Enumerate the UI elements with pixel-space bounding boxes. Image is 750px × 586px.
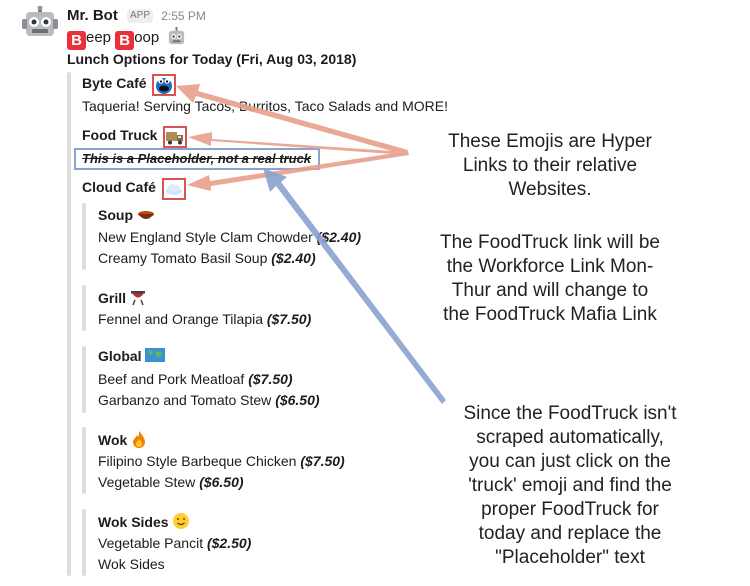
menu-item: Garbanzo and Tomato Stew ($6.50) [98,390,320,411]
annotation-line: the Workforce Link Mon- [446,256,654,277]
menu-item: New England Style Clam Chowder ($2.40) [98,227,361,248]
fire-icon [133,431,146,448]
wok-sides-heading: Wok Sides [98,512,190,530]
annotation-line: Websites. [508,179,592,200]
annotation-middle: The FoodTruck link will be the Workforce… [400,231,700,327]
food-truck-name: Food Truck [82,127,158,143]
wok-title: Wok [98,432,128,448]
wok-sides-bar [82,509,86,576]
annotation-line: scraped automatically, [476,427,664,448]
menu-item: Vegetable Pancit ($2.50) [98,533,251,554]
soup-bowl-icon [137,211,154,219]
world-map-icon [145,348,166,362]
global-heading: Global [98,348,166,364]
cookie-monster-icon[interactable] [154,76,174,94]
soup-title: Soup [98,207,133,223]
cloud-icon[interactable] [164,180,184,198]
annotation-line: Thur and will change to [451,280,649,301]
attachment-bar [67,72,71,576]
food-truck-placeholder: This is a Placeholder, not a real truck [82,151,312,166]
menu-item-name: Beef and Pork Meatloaf [98,371,245,387]
annotation-line: The FoodTruck link will be [440,232,660,253]
greeting-text-1: eep [86,29,116,46]
byte-cafe-name: Byte Café [82,75,147,91]
menu-item: Vegetable Stew ($6.50) [98,472,244,493]
annotation-line: proper FoodTruck for [481,499,659,520]
menu-item-name: New England Style Clam Chowder [98,229,313,245]
annotation-line: Links to their relative [462,155,638,176]
menu-item-price: ($7.50) [248,371,293,387]
app-badge: APP [127,9,154,23]
b-button-icon: B [115,31,135,50]
menu-item: Wok Sides [98,554,165,575]
menu-item-name: Wok Sides [98,556,165,572]
menu-item-name: Garbanzo and Tomato Stew [98,392,272,408]
b-button-icon: B [67,31,86,50]
menu-item: Fennel and Orange Tilapia ($7.50) [98,309,311,330]
menu-item-price: ($7.50) [300,453,345,469]
menu-item-price: ($7.50) [266,311,312,327]
menu-item-name: Vegetable Pancit [98,535,204,551]
global-title: Global [98,348,142,364]
wok-sides-title: Wok Sides [98,514,169,530]
annotation-top: These Emojis are Hyper Links to their re… [400,130,700,202]
menu-item-name: Creamy Tomato Basil Soup [98,250,268,266]
global-bar [82,346,86,413]
byte-cafe-heading: Byte Café [82,74,177,96]
lunch-title: Lunch Options for Today (Fri, Aug 03, 20… [67,51,357,67]
menu-item-name: Vegetable Stew [98,474,196,490]
message-header: Mr. Bot APP 2:55 PM [67,7,206,24]
greeting-line: Beep Boop [67,27,186,50]
robot-emoji-icon [169,27,185,45]
menu-item-price: ($2.40) [316,229,362,245]
byte-cafe-link[interactable] [152,74,177,96]
grill-title: Grill [98,290,127,306]
timestamp[interactable]: 2:55 PM [161,9,206,23]
menu-item-name: Fennel and Orange Tilapia [98,311,263,327]
annotation-line: "Placeholder" text [495,547,645,568]
truck-icon[interactable] [165,128,185,146]
food-truck-link[interactable] [163,126,188,148]
soup-heading: Soup [98,206,155,223]
annotation-line: you can just click on the [469,451,671,472]
food-truck-heading: Food Truck [82,126,188,148]
wok-heading: Wok [98,430,147,448]
smiley-icon [173,513,190,529]
menu-item-price: ($6.50) [199,474,244,490]
sender-name[interactable]: Mr. Bot [67,7,118,24]
annotation-bottom: Since the FoodTruck isn't scraped automa… [420,402,720,570]
annotation-line: the FoodTruck Mafia Link [443,304,657,325]
annotation-line: today and replace the [478,523,662,544]
annotation-line: These Emojis are Hyper [448,131,652,152]
cloud-cafe-heading: Cloud Café [82,178,186,200]
annotation-line: 'truck' emoji and find the [468,475,672,496]
robot-avatar-icon[interactable] [22,6,58,42]
menu-item: Beef and Pork Meatloaf ($7.50) [98,369,293,390]
menu-item: Filipino Style Barbeque Chicken ($7.50) [98,451,345,472]
cloud-cafe-link[interactable] [161,178,186,200]
byte-cafe-description: Taqueria! Serving Tacos, Burritos, Taco … [82,98,448,114]
menu-item-price: ($2.50) [206,535,252,551]
grill-heading: Grill [98,288,146,306]
menu-item: Creamy Tomato Basil Soup ($2.40) [98,248,316,269]
menu-item-price: ($2.40) [271,250,316,266]
greeting-text-2: oop [134,29,160,46]
cloud-cafe-name: Cloud Café [82,179,156,195]
arrow-to-byte-cafe [176,84,408,155]
menu-item-name: Filipino Style Barbeque Chicken [98,453,297,469]
grill-icon [130,291,145,306]
menu-item-price: ($6.50) [275,392,320,408]
grill-bar [82,285,86,331]
wok-bar [82,427,86,494]
annotation-line: Since the FoodTruck isn't [463,403,677,424]
soup-bar [82,203,86,270]
